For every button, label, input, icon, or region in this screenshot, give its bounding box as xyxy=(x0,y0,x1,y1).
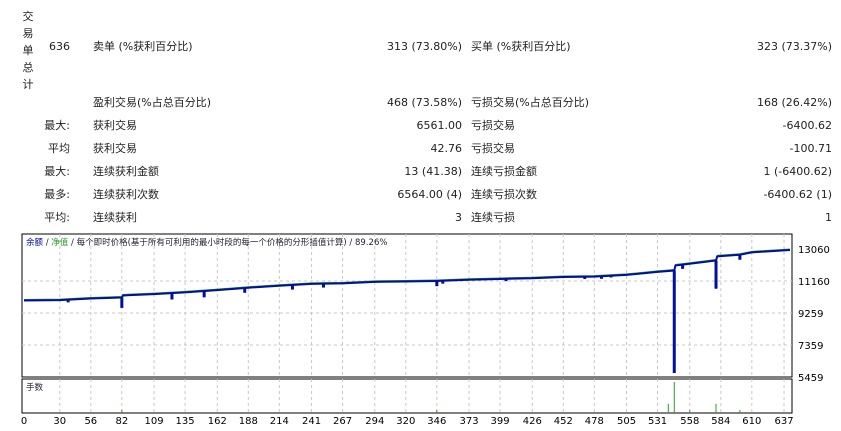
stats-c1: 平均 xyxy=(48,142,70,155)
x-tick-label: 399 xyxy=(491,416,510,427)
stats-row: 平均 获利交易 42.76 亏损交易 -100.71 xyxy=(0,140,841,158)
x-tick-label: 505 xyxy=(617,416,636,427)
volume-label: 手数 xyxy=(26,382,44,393)
stats-c5: 168 (26.42%) xyxy=(756,96,832,109)
stats-c2: 连续获利 xyxy=(93,211,137,224)
stats-c5: -6400.62 (1) xyxy=(763,188,832,201)
stats-c3: 13 (41.38) xyxy=(404,165,462,178)
chart-legend: 余额 / 净值 / 每个即时价格(基于所有可利用的最小时段的每一个价格的分形插值… xyxy=(26,237,387,248)
stats-c4: 连续亏损金额 xyxy=(471,165,537,178)
stats-row: 636 卖单 (%获利百分比) 313 (73.80%) 买单 (%获利百分比) 323… xyxy=(0,38,841,56)
x-tick-label: 82 xyxy=(115,416,128,427)
stats-c4: 买单 (%获利百分比) xyxy=(471,40,571,53)
x-tick-label: 109 xyxy=(145,416,164,427)
stats-c4: 亏损交易 xyxy=(471,142,515,155)
stats-c1: 636 xyxy=(49,40,70,53)
x-tick-label: 0 xyxy=(21,416,27,427)
x-tick-label: 373 xyxy=(459,416,478,427)
x-tick-label: 478 xyxy=(585,416,604,427)
stats-c3: 3 xyxy=(455,211,462,224)
x-tick-label: 584 xyxy=(711,416,730,427)
x-tick-label: 558 xyxy=(680,416,699,427)
stats-c3: 313 (73.80%) xyxy=(386,40,462,53)
y-tick-label: 9259 xyxy=(798,309,823,320)
y-tick-label: 13060 xyxy=(798,245,830,256)
legend-equity: 净值 xyxy=(51,237,69,248)
stats-c2: 获利交易 xyxy=(93,142,137,155)
x-tick-label: 267 xyxy=(333,416,352,427)
legend-sep2: / xyxy=(68,238,76,248)
stats-row: 最多: 连续获利次数 6564.00 (4) 连续亏损次数 -6400.62 (1) xyxy=(0,186,841,204)
stats-row: 平均: 连续获利 3 连续亏损 1 xyxy=(0,209,841,227)
stats-c2: 盈利交易(%占总百分比) xyxy=(93,96,212,109)
balance-chart: 0 30 56 82 109 135 162 188 214 241 267 294 320 346 373… xyxy=(21,233,830,427)
x-tick-label: 162 xyxy=(208,416,227,427)
stats-row: 最大: 获利交易 6561.00 亏损交易 -6400.62 xyxy=(0,117,841,135)
x-tick-label: 30 xyxy=(53,416,66,427)
stats-c1: 最多: xyxy=(44,188,70,201)
y-tick-label: 7359 xyxy=(798,341,823,352)
stats-c5: 1 (-6400.62) xyxy=(763,165,832,178)
y-tick-label: 11160 xyxy=(798,277,830,288)
x-tick-label: 346 xyxy=(427,416,446,427)
x-tick-label: 320 xyxy=(396,416,415,427)
legend-sep1: / xyxy=(43,238,51,248)
stats-c3: 42.76 xyxy=(430,142,463,155)
stats-c2: 连续获利次数 xyxy=(93,188,159,201)
stats-c4: 亏损交易(%占总百分比) xyxy=(471,96,590,109)
stats-c2: 卖单 (%获利百分比) xyxy=(93,40,193,53)
x-tick-label: 188 xyxy=(239,416,258,427)
x-tick-label: 426 xyxy=(523,416,542,427)
stats-c4: 连续亏损次数 xyxy=(471,188,537,201)
main-plot-frame xyxy=(21,233,793,378)
x-tick-label: 56 xyxy=(84,416,97,427)
stats-c4: 连续亏损 xyxy=(471,211,515,224)
legend-model: 每个即时价格(基于所有可利用的最小时段的每一个价格的分形插值计算) xyxy=(77,237,347,248)
legend-quality: 89.26% xyxy=(355,238,387,248)
stats-c1: 最大: xyxy=(44,165,70,178)
stats-row: 盈利交易(%占总百分比) 468 (73.58%) 亏损交易(%占总百分比) 168 … xyxy=(0,94,841,112)
stats-c3: 6561.00 xyxy=(416,119,463,132)
stats-c1: 平均: xyxy=(44,211,70,224)
stats-c3: 6564.00 (4) xyxy=(397,188,462,201)
x-tick-label: 241 xyxy=(302,416,321,427)
stats-c1: 最大: xyxy=(44,119,70,132)
stats-c4: 亏损交易 xyxy=(471,119,515,132)
y-tick-label: 5459 xyxy=(798,373,823,384)
legend-balance: 余额 xyxy=(26,237,44,248)
x-tick-label: 452 xyxy=(554,416,573,427)
legend-sep3: / xyxy=(347,238,355,248)
x-tick-label: 135 xyxy=(176,416,195,427)
stats-c3: 468 (73.58%) xyxy=(386,96,462,109)
stats-c5: 1 xyxy=(825,211,832,224)
stats-c2: 获利交易 xyxy=(93,119,137,132)
stats-row: 最大: 连续获利金额 13 (41.38) 连续亏损金额 1 (-6400.62) xyxy=(0,163,841,181)
volume-plot-frame xyxy=(21,378,793,414)
stats-c2: 连续获利金额 xyxy=(93,165,159,178)
x-tick-label: 531 xyxy=(648,416,667,427)
stats-c5: -100.71 xyxy=(789,142,832,155)
x-tick-label: 637 xyxy=(774,416,793,427)
x-tick-label: 214 xyxy=(270,416,289,427)
x-tick-label: 610 xyxy=(742,416,761,427)
x-tick-label: 294 xyxy=(365,416,384,427)
stats-c5: 323 (73.37%) xyxy=(756,40,832,53)
stats-c5: -6400.62 xyxy=(782,119,832,132)
